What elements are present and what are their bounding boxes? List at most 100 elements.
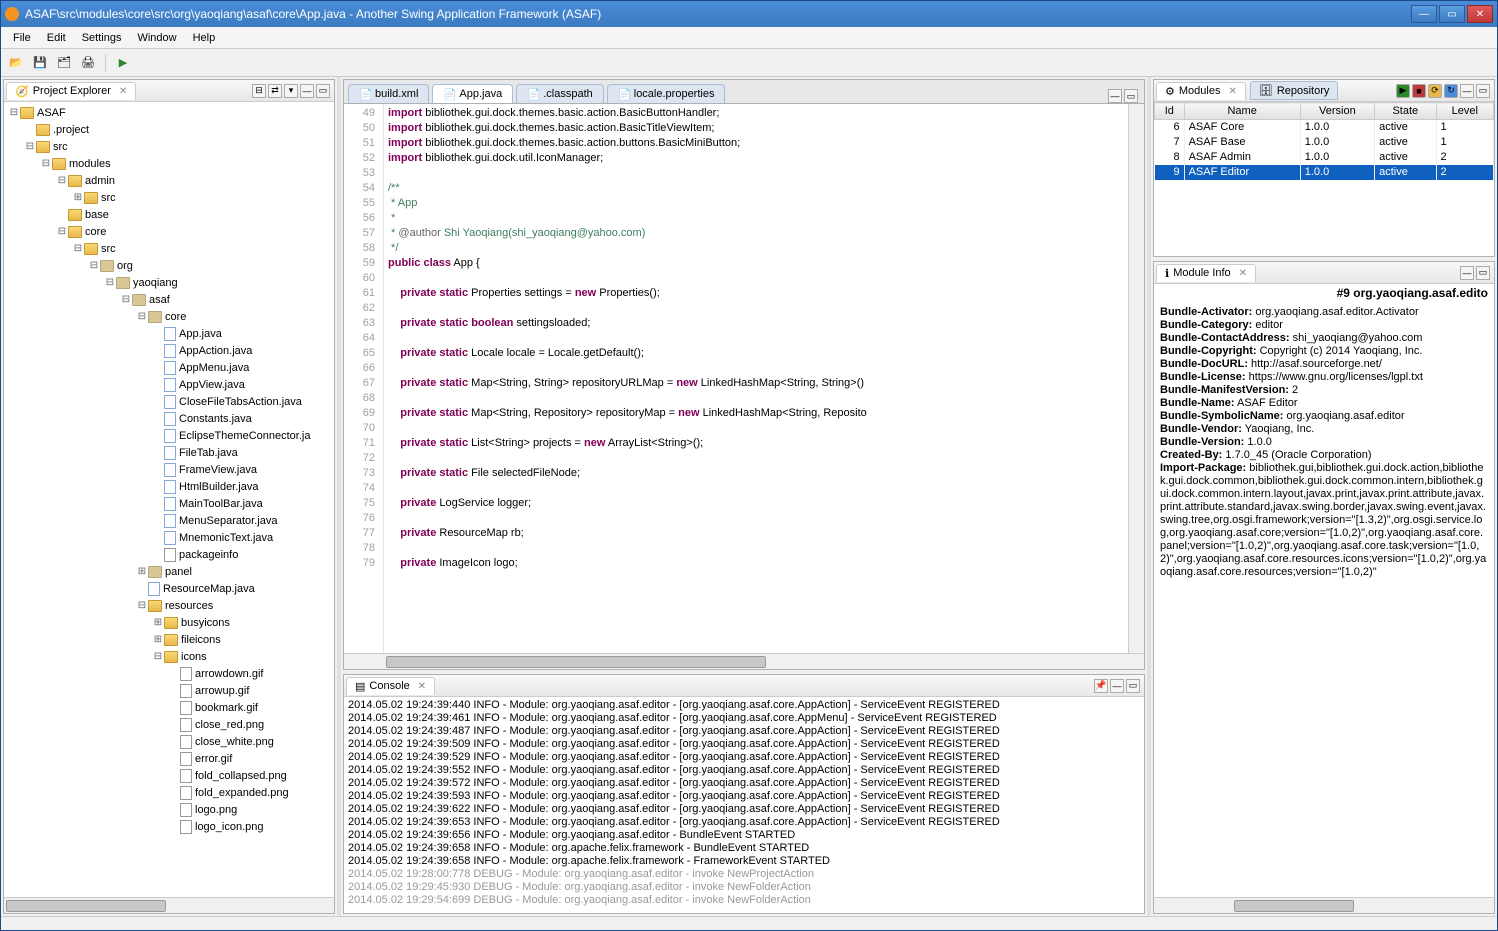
close-button[interactable]: ✕ (1467, 5, 1493, 23)
code-line[interactable] (388, 481, 1128, 496)
tree-node[interactable]: ⊟org (4, 257, 334, 274)
titlebar[interactable]: ASAF\src\modules\core\src\org\yaoqiang\a… (1, 1, 1497, 27)
editor-tab[interactable]: 📄.classpath (516, 84, 604, 103)
tree-node[interactable]: bookmark.gif (4, 699, 334, 716)
collapse-icon[interactable]: ⊟ (72, 243, 84, 254)
code-line[interactable]: private static Map<String, String> repos… (388, 376, 1128, 391)
code-line[interactable]: import bibliothek.gui.dock.util.IconMana… (388, 151, 1128, 166)
column-header[interactable]: Level (1436, 103, 1493, 120)
code-line[interactable]: private static Map<String, Repository> r… (388, 406, 1128, 421)
code-line[interactable]: private static Properties settings = new… (388, 286, 1128, 301)
project-tree[interactable]: ⊟ASAF.project⊟src⊟modules⊟admin⊞srcbase⊟… (4, 102, 334, 897)
minimize-editor-icon[interactable]: — (1108, 89, 1122, 103)
tree-node[interactable]: logo_icon.png (4, 818, 334, 835)
minimize-view-icon[interactable]: — (1110, 679, 1124, 693)
code-line[interactable] (388, 511, 1128, 526)
collapse-icon[interactable]: ⊟ (136, 600, 148, 611)
print-icon[interactable]: 🖨 (79, 54, 97, 72)
table-row[interactable]: 8ASAF Admin1.0.0active2 (1155, 150, 1494, 165)
menu-window[interactable]: Window (129, 30, 184, 46)
maximize-view-icon[interactable]: ▭ (1476, 266, 1490, 280)
save-icon[interactable]: 💾 (31, 54, 49, 72)
collapse-icon[interactable]: ⊟ (104, 277, 116, 288)
collapse-icon[interactable]: ⊟ (152, 651, 164, 662)
tree-node[interactable]: ⊟src (4, 138, 334, 155)
tree-node[interactable]: ⊞panel (4, 563, 334, 580)
minimize-view-icon[interactable]: — (1460, 266, 1474, 280)
tree-node[interactable]: logo.png (4, 801, 334, 818)
code-line[interactable] (388, 421, 1128, 436)
tree-node[interactable]: CloseFileTabsAction.java (4, 393, 334, 410)
code-line[interactable]: private static boolean settingsloaded; (388, 316, 1128, 331)
menu-file[interactable]: File (5, 30, 39, 46)
code-line[interactable]: private ResourceMap rb; (388, 526, 1128, 541)
collapse-icon[interactable]: ⊟ (40, 158, 52, 169)
column-header[interactable]: Version (1300, 103, 1374, 120)
tree-node[interactable]: MenuSeparator.java (4, 512, 334, 529)
tree-hscroll[interactable] (4, 897, 334, 913)
code-area[interactable]: import bibliothek.gui.dock.themes.basic.… (384, 104, 1128, 653)
column-header[interactable]: Id (1155, 103, 1185, 120)
tab-project-explorer[interactable]: 🧭 Project Explorer ✕ (6, 82, 136, 100)
tree-node[interactable]: ResourceMap.java (4, 580, 334, 597)
expand-icon[interactable]: ⊞ (136, 566, 148, 577)
stop-module-icon[interactable]: ■ (1412, 84, 1426, 98)
code-line[interactable]: */ (388, 241, 1128, 256)
tree-node[interactable]: arrowup.gif (4, 682, 334, 699)
tree-node[interactable]: ⊟core (4, 308, 334, 325)
tree-node[interactable]: arrowdown.gif (4, 665, 334, 682)
collapse-all-icon[interactable]: ⊟ (252, 84, 266, 98)
minimize-view-icon[interactable]: — (1460, 84, 1474, 98)
code-line[interactable]: private LogService logger; (388, 496, 1128, 511)
module-info-body[interactable]: Bundle-Activator: org.yaoqiang.asaf.edit… (1154, 302, 1494, 897)
code-line[interactable] (388, 361, 1128, 376)
tree-node[interactable]: ⊟yaoqiang (4, 274, 334, 291)
editor-vscroll[interactable] (1128, 104, 1144, 653)
tree-node[interactable]: close_white.png (4, 733, 334, 750)
code-line[interactable]: /** (388, 181, 1128, 196)
tree-node[interactable]: App.java (4, 325, 334, 342)
tree-node[interactable]: base (4, 206, 334, 223)
code-line[interactable]: import bibliothek.gui.dock.themes.basic.… (388, 136, 1128, 151)
editor-tab[interactable]: 📄locale.properties (607, 84, 726, 103)
close-icon[interactable]: ✕ (418, 681, 426, 692)
tree-node[interactable]: HtmlBuilder.java (4, 478, 334, 495)
code-line[interactable] (388, 541, 1128, 556)
tree-node[interactable]: close_red.png (4, 716, 334, 733)
editor-tab[interactable]: 📄App.java (432, 84, 513, 103)
editor-hscroll[interactable] (344, 653, 1144, 669)
refresh-module-icon[interactable]: ↻ (1444, 84, 1458, 98)
column-header[interactable]: State (1375, 103, 1436, 120)
code-line[interactable]: import bibliothek.gui.dock.themes.basic.… (388, 106, 1128, 121)
start-module-icon[interactable]: ▶ (1396, 84, 1410, 98)
minimize-button[interactable]: — (1411, 5, 1437, 23)
collapse-icon[interactable]: ⊟ (8, 107, 20, 118)
code-line[interactable]: private static Locale locale = Locale.ge… (388, 346, 1128, 361)
close-icon[interactable]: ✕ (119, 86, 127, 97)
tree-node[interactable]: FrameView.java (4, 461, 334, 478)
code-line[interactable] (388, 391, 1128, 406)
table-row[interactable]: 7ASAF Base1.0.0active1 (1155, 135, 1494, 150)
tree-node[interactable]: ⊟admin (4, 172, 334, 189)
code-line[interactable] (388, 331, 1128, 346)
tree-node[interactable]: ⊟resources (4, 597, 334, 614)
update-module-icon[interactable]: ⟳ (1428, 84, 1442, 98)
table-row[interactable]: 6ASAF Core1.0.0active1 (1155, 120, 1494, 135)
modules-table[interactable]: IdNameVersionStateLevel6ASAF Core1.0.0ac… (1154, 102, 1494, 180)
collapse-icon[interactable]: ⊟ (120, 294, 132, 305)
tree-node[interactable]: AppAction.java (4, 342, 334, 359)
run-icon[interactable]: ▶ (114, 54, 132, 72)
tree-node[interactable]: FileTab.java (4, 444, 334, 461)
tree-node[interactable]: packageinfo (4, 546, 334, 563)
maximize-editor-icon[interactable]: ▭ (1124, 89, 1138, 103)
tree-node[interactable]: ⊞busyicons (4, 614, 334, 631)
tree-node[interactable]: ⊟ASAF (4, 104, 334, 121)
tab-repository[interactable]: 🗄 Repository (1250, 81, 1339, 100)
minimize-view-icon[interactable]: — (300, 84, 314, 98)
tree-node[interactable]: ⊞fileicons (4, 631, 334, 648)
pin-console-icon[interactable]: 📌 (1094, 679, 1108, 693)
collapse-icon[interactable]: ⊟ (88, 260, 100, 271)
expand-icon[interactable]: ⊞ (72, 192, 84, 203)
menu-help[interactable]: Help (185, 30, 224, 46)
tab-console[interactable]: ▤ Console ✕ (346, 677, 435, 695)
